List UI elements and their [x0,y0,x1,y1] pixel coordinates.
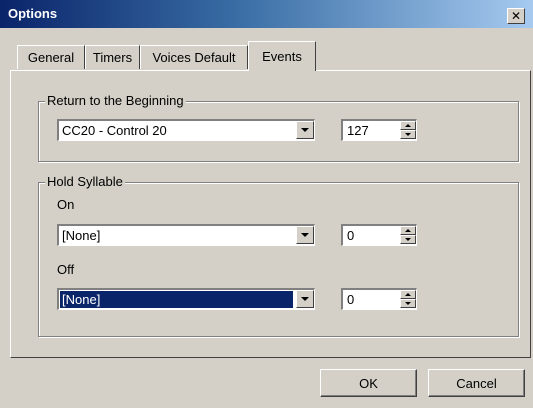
hold-off-combo[interactable]: [None] [57,288,315,310]
hold-on-spin[interactable]: 0 [341,224,417,246]
tab-general[interactable]: General [17,45,85,69]
return-spin-value: 127 [347,123,369,138]
hold-on-spin-value: 0 [347,228,355,243]
hold-off-combo-value: [None] [60,291,293,308]
hold-off-spin-value: 0 [347,292,355,307]
tab-label: Events [262,49,302,64]
tab-events[interactable]: Events [248,41,316,71]
hold-on-combo-value: [None] [62,228,101,243]
tab-label: Timers [92,50,133,65]
cancel-button-label: Cancel [456,375,497,391]
tab-label: General [27,50,75,65]
tab-voices-default[interactable]: Voices Default [140,45,248,69]
title-bar[interactable]: Options ✕ [0,0,533,28]
spin-down-icon[interactable] [400,299,416,308]
close-button[interactable]: ✕ [507,8,525,24]
spin-down-icon[interactable] [400,235,416,244]
off-label: Off [57,262,75,277]
window-title: Options [8,6,58,21]
spin-up-icon[interactable] [400,121,416,130]
spin-up-icon[interactable] [400,226,416,235]
ok-button-label: OK [359,375,378,391]
dropdown-arrow-icon[interactable] [296,226,314,244]
return-spin[interactable]: 127 [341,119,417,141]
hold-syllable-legend: Hold Syllable [45,174,125,189]
tab-timers[interactable]: Timers [85,45,140,69]
return-combo[interactable]: CC20 - Control 20 [57,119,315,141]
ok-button[interactable]: OK [320,369,417,397]
spin-down-icon[interactable] [400,130,416,139]
on-label: On [57,197,75,212]
spin-up-icon[interactable] [400,290,416,299]
cancel-button[interactable]: Cancel [428,369,525,397]
tab-label: Voices Default [152,50,236,65]
close-icon: ✕ [510,9,522,23]
dropdown-arrow-icon[interactable] [296,290,314,308]
return-to-beginning-legend: Return to the Beginning [45,93,186,108]
hold-syllable-group [38,182,519,337]
hold-on-combo[interactable]: [None] [57,224,315,246]
return-combo-value: CC20 - Control 20 [62,123,167,138]
dropdown-arrow-icon[interactable] [296,121,314,139]
hold-off-spin[interactable]: 0 [341,288,417,310]
